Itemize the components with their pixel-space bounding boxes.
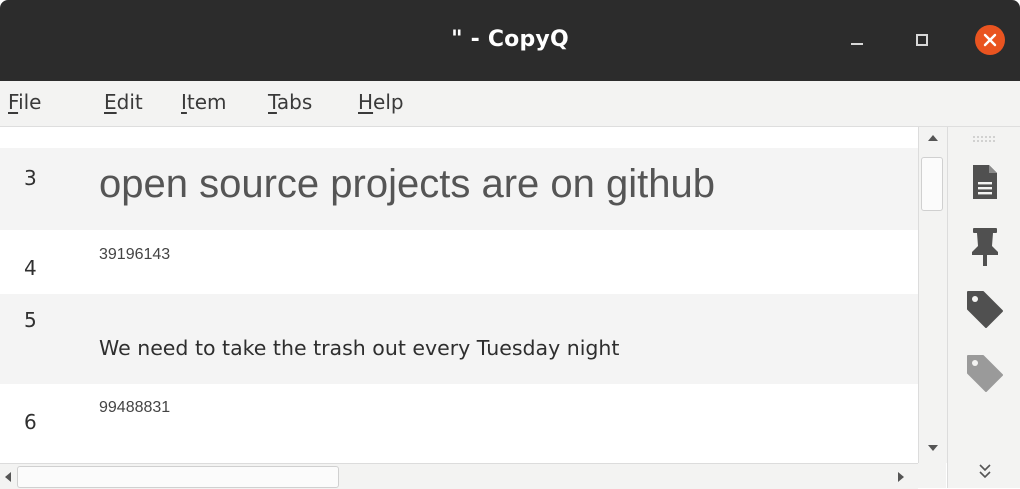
- close-button[interactable]: [975, 25, 1005, 55]
- menu-tabs[interactable]: Tabs: [268, 90, 312, 114]
- close-icon: [983, 33, 997, 47]
- clipboard-item-list[interactable]: 3 open source projects are on github 4 3…: [0, 127, 918, 462]
- horizontal-scrollbar[interactable]: [0, 463, 918, 489]
- minimize-button[interactable]: [843, 26, 871, 54]
- menu-file-label: ile: [18, 90, 42, 114]
- more-chevron-icon[interactable]: [978, 463, 992, 479]
- tag-outline-icon[interactable]: [966, 353, 1004, 393]
- item-number: 5: [24, 308, 37, 332]
- tag-icon[interactable]: [966, 289, 1004, 329]
- list-item[interactable]: 4 39196143: [0, 230, 918, 294]
- menu-edit-mnemonic: E: [104, 90, 117, 114]
- list-item[interactable]: 6 99488831: [0, 384, 918, 462]
- item-number: 4: [24, 256, 37, 280]
- menu-tabs-label: abs: [276, 90, 313, 114]
- item-toolbar: [947, 127, 1020, 488]
- maximize-icon: [916, 34, 928, 46]
- toolbar-grip-icon[interactable]: [972, 135, 996, 143]
- menu-bar: File Edit Item Tabs Help: [0, 81, 1020, 127]
- scrollbar-corner: [918, 463, 946, 488]
- menu-file-mnemonic: F: [8, 90, 19, 114]
- scroll-up-icon[interactable]: [926, 133, 940, 143]
- menu-item[interactable]: Item: [181, 90, 227, 114]
- document-icon[interactable]: [970, 163, 1000, 201]
- item-text: 99488831: [99, 399, 171, 416]
- menu-tabs-mnemonic: T: [268, 90, 277, 114]
- menu-edit[interactable]: Edit: [104, 90, 143, 114]
- scroll-down-icon[interactable]: [926, 443, 940, 453]
- horizontal-scroll-thumb[interactable]: [17, 466, 339, 488]
- menu-file[interactable]: File: [8, 90, 41, 114]
- item-text: open source projects are on github: [99, 162, 715, 206]
- item-text: We need to take the trash out every Tues…: [99, 336, 620, 360]
- menu-help[interactable]: Help: [358, 90, 404, 114]
- item-text: 39196143: [99, 246, 171, 263]
- scroll-left-icon[interactable]: [3, 470, 13, 484]
- scroll-right-icon[interactable]: [896, 470, 906, 484]
- item-number: 3: [24, 166, 37, 190]
- menu-item-label: tem: [186, 90, 227, 114]
- vertical-scrollbar[interactable]: [918, 127, 947, 463]
- list-item[interactable]: 3 open source projects are on github: [0, 148, 918, 230]
- minimize-icon: [851, 43, 863, 45]
- title-bar: " - CopyQ: [0, 0, 1020, 81]
- menu-edit-label: dit: [116, 90, 143, 114]
- list-item[interactable]: 5 We need to take the trash out every Tu…: [0, 294, 918, 384]
- pin-icon[interactable]: [968, 227, 1002, 267]
- menu-help-label: elp: [373, 90, 404, 114]
- maximize-button[interactable]: [908, 26, 936, 54]
- item-number: 6: [24, 410, 37, 434]
- menu-help-mnemonic: H: [358, 90, 374, 114]
- vertical-scroll-thumb[interactable]: [921, 157, 943, 211]
